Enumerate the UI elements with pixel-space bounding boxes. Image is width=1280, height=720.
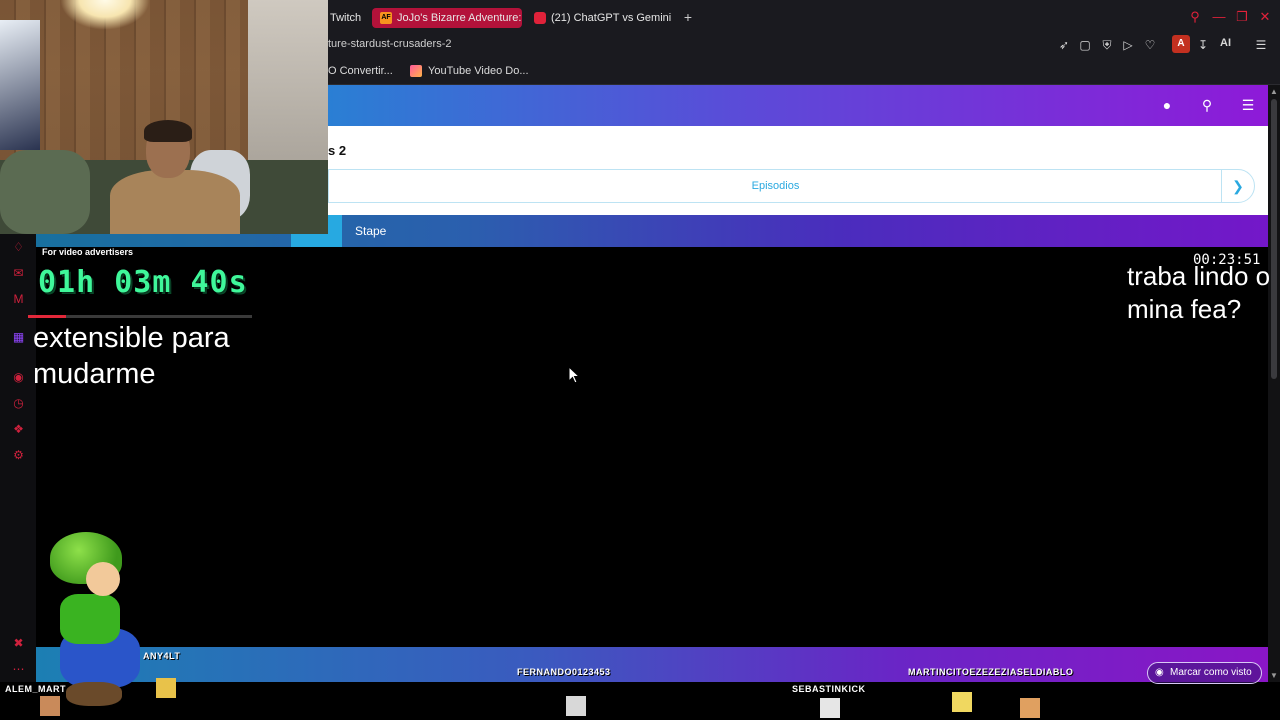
messenger-icon[interactable]: ✉ <box>11 266 26 281</box>
menu-icon[interactable]: ☰ <box>1254 38 1268 52</box>
site-header: ● ⚲ ☰ <box>328 85 1268 126</box>
webcam-person-body <box>110 170 240 234</box>
ai-button[interactable]: AI <box>1220 37 1231 49</box>
tab-twitch[interactable]: Twitch <box>330 8 370 28</box>
heart-icon[interactable]: ♡ <box>1143 38 1157 52</box>
search-icon[interactable]: ⚲ <box>1199 97 1215 113</box>
webcam-flag <box>0 20 40 150</box>
youtube-icon <box>534 12 546 24</box>
chat-username: ALEM_MART <box>5 684 66 694</box>
pixel-sprite <box>566 696 586 716</box>
chevron-right-icon[interactable]: ❯ <box>1221 170 1254 202</box>
extensions-icon[interactable]: ❖ <box>11 422 26 437</box>
pixel-sprite <box>156 678 176 698</box>
episodes-label: Episodios <box>751 180 800 192</box>
timer-progress-track <box>28 315 252 318</box>
twitch-icon[interactable]: ▦ <box>11 330 26 345</box>
webcam-feed <box>0 0 328 234</box>
tab-label: JoJo's Bizarre Adventure: <box>397 12 522 24</box>
mark-seen-label: Marcar como visto <box>1170 667 1252 678</box>
download-icon[interactable]: ↧ <box>1196 38 1210 52</box>
eye-icon: ◉ <box>1155 667 1164 678</box>
close-icon[interactable]: ✕ <box>1258 10 1272 24</box>
pixel-sprite <box>1020 698 1040 718</box>
screenshot-icon[interactable]: ▢ <box>1078 38 1092 52</box>
ad-label: For video advertisers <box>42 247 134 257</box>
bookmark-label: YouTube Video Do... <box>428 65 529 77</box>
server-tab-stape[interactable]: Stape <box>355 215 386 247</box>
minimize-icon[interactable]: — <box>1212 10 1226 24</box>
history-icon[interactable]: ◷ <box>11 396 26 411</box>
caption-left: extensible para mudarme <box>33 322 230 390</box>
chat-username: ANY4LT <box>143 651 181 661</box>
luigi-body <box>60 594 120 644</box>
chat-username: SEBASTINKICK <box>792 684 866 694</box>
user-icon[interactable]: ● <box>1159 97 1175 113</box>
bookmark-favicon-icon <box>410 65 422 77</box>
url-text[interactable]: ture-stardust-crusaders-2 <box>328 38 452 50</box>
player-icon[interactable]: ◉ <box>11 370 26 385</box>
tab-label: Twitch <box>330 12 362 24</box>
webcam-pillow <box>0 150 90 234</box>
luigi-face <box>86 562 120 596</box>
stream-timer: 01h 03m 40s <box>38 265 248 300</box>
mouse-cursor-icon <box>568 366 580 384</box>
chat-username: MARTINCITOEZEZEZIASELDIABLO <box>908 667 1074 677</box>
restore-icon[interactable]: ❐ <box>1235 10 1249 24</box>
timer-progress-fill <box>28 315 67 318</box>
bell-icon[interactable]: ♢ <box>11 240 26 255</box>
scroll-down-icon[interactable]: ▼ <box>1270 671 1278 680</box>
pixel-sprite <box>820 698 840 718</box>
animeflv-favicon-icon: AF <box>380 12 392 24</box>
search-icon[interactable]: ⚲ <box>1188 10 1202 24</box>
pixel-sprite <box>952 692 972 712</box>
new-tab-plus-icon[interactable]: + <box>681 10 695 24</box>
mail-icon[interactable]: M <box>11 292 26 307</box>
luigi-shoe <box>66 682 122 706</box>
chat-username: FERNANDO0123453 <box>517 667 611 677</box>
webcam-person-hair <box>144 120 192 142</box>
pixel-sprite <box>40 696 60 716</box>
gx-icon[interactable]: ✖ <box>11 636 26 651</box>
shield-icon[interactable]: ⛨ <box>1100 38 1114 52</box>
episode-panel: s 2 Episodios ❯ <box>328 126 1268 215</box>
extension-a-icon[interactable]: A <box>1172 35 1190 53</box>
play-icon[interactable]: ▷ <box>1121 38 1135 52</box>
scroll-up-icon[interactable]: ▲ <box>1270 87 1278 96</box>
mark-as-seen-button[interactable]: ◉ Marcar como visto <box>1147 662 1262 684</box>
more-icon[interactable]: ⋯ <box>11 662 26 677</box>
scroll-thumb[interactable] <box>1271 99 1277 379</box>
settings-gear-icon[interactable]: ⚙ <box>11 448 26 463</box>
hamburger-menu-icon[interactable]: ☰ <box>1240 97 1256 113</box>
bookmark-label: O Convertir... <box>328 65 393 77</box>
episode-title: s 2 <box>328 143 347 158</box>
bookmark-convertir[interactable]: O Convertir... <box>328 65 393 77</box>
pin-icon[interactable]: ➶ <box>1057 38 1071 52</box>
tab-youtube[interactable]: (21) ChatGPT vs Gemini vs <box>534 8 674 28</box>
episodes-button[interactable]: Episodios ❯ <box>328 169 1255 203</box>
bookmark-youtube-video-download[interactable]: YouTube Video Do... <box>410 65 529 77</box>
browser-sidebar: ♢ ✉ M ▦ ◉ ◷ ❖ ⚙ ✖ ⋯ <box>0 234 36 682</box>
page-scrollbar[interactable]: ▲ ▼ <box>1268 85 1280 682</box>
bottom-banner <box>36 647 1268 682</box>
caption-right: traba lindo o mina fea? <box>1127 261 1271 324</box>
tab-jojo-active[interactable]: AF JoJo's Bizarre Adventure: <box>372 8 522 28</box>
tab-label: (21) ChatGPT vs Gemini vs <box>551 12 674 24</box>
